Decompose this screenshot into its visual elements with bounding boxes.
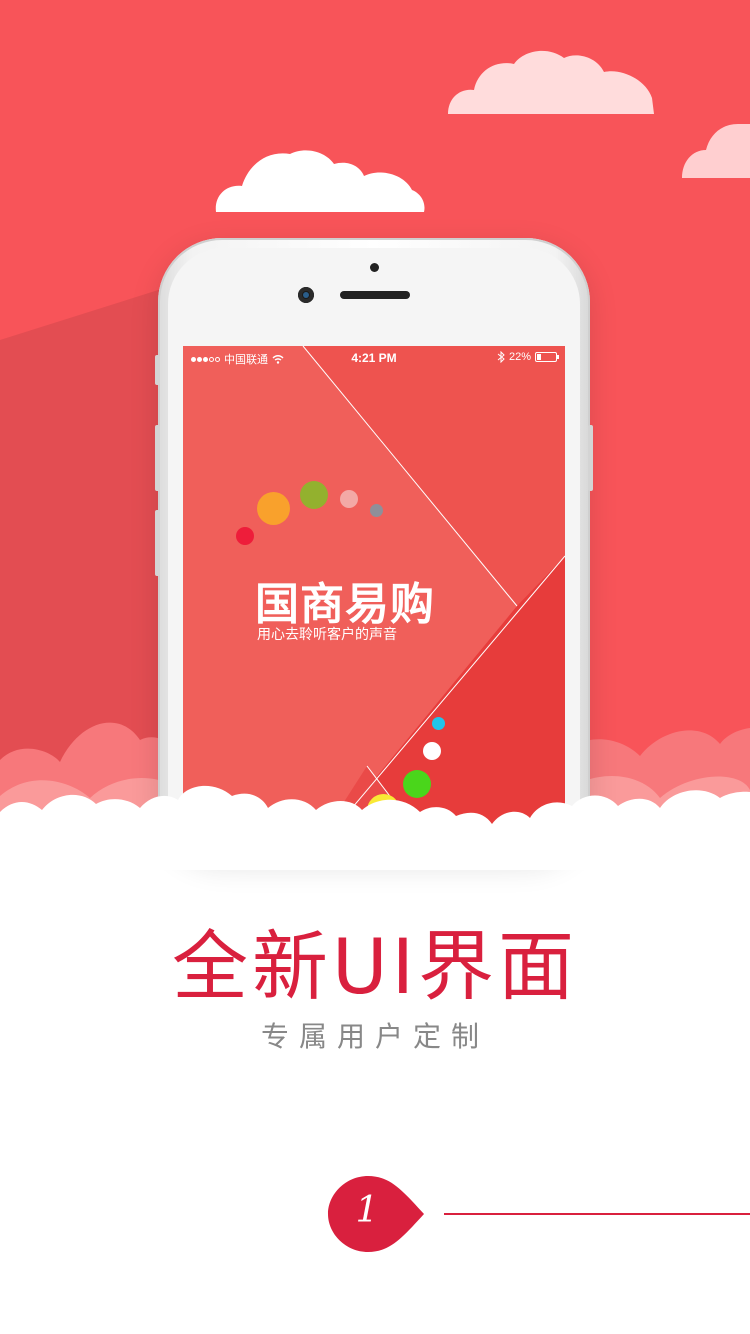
cloud-icon	[448, 50, 654, 114]
battery-percent: 22%	[508, 351, 531, 363]
camera-icon	[298, 287, 314, 303]
decor-dot	[257, 492, 290, 525]
decor-dot	[236, 527, 254, 545]
decor-dot	[300, 481, 328, 509]
subheadline: 专属用户定制	[260, 1020, 489, 1053]
proximity-sensor	[370, 263, 379, 272]
decor-dot	[370, 504, 383, 517]
cloud-icon	[215, 150, 425, 212]
bluetooth-icon	[497, 351, 505, 363]
decor-dot	[340, 490, 358, 508]
volume-down-button	[155, 510, 160, 576]
power-button	[588, 425, 593, 491]
page-indicator-line	[444, 1213, 750, 1215]
page-number: 1	[355, 1190, 379, 1231]
cloud-bank-front	[0, 785, 750, 870]
mute-switch	[155, 355, 160, 385]
cloud-icon	[682, 124, 750, 178]
status-bar: 中国联通 4:21 PM 22%	[183, 346, 565, 370]
app-slogan: 用心去聆听客户的声音	[257, 627, 397, 643]
battery-icon	[535, 352, 559, 362]
headline: 全新UI界面	[171, 922, 579, 1011]
app-name: 国商易购	[255, 579, 435, 630]
speaker-grille	[340, 291, 410, 299]
volume-up-button	[155, 425, 160, 491]
